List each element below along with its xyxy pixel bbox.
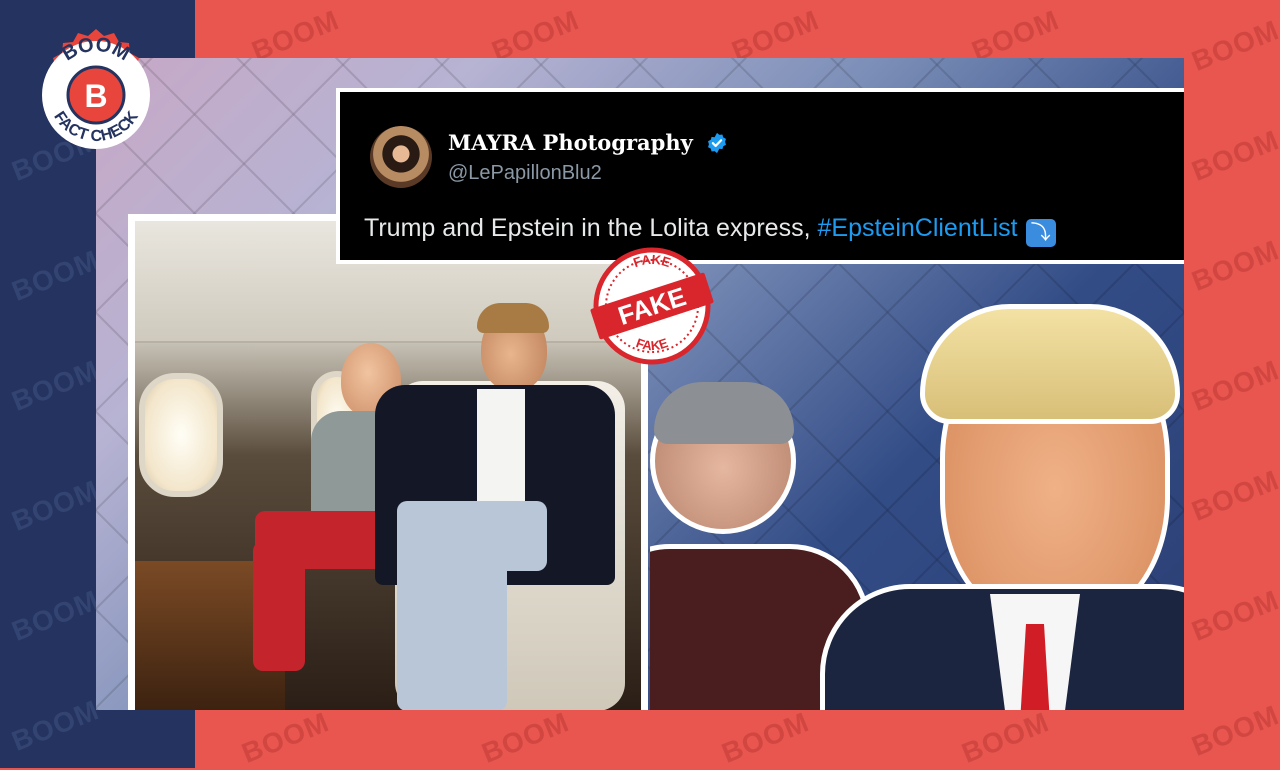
- verified-badge-icon: [708, 132, 727, 154]
- tweet-card: MAYRA Photography @LePapillonBlu2 Trump …: [336, 88, 1184, 264]
- cabin-window: [139, 373, 223, 497]
- jet-interior-photo: [128, 214, 648, 710]
- boom-watermark: BOOM: [1187, 699, 1280, 762]
- tweet-body-text: Trump and Epstein in the Lolita express,: [364, 214, 818, 242]
- tweet-avatar: [370, 126, 432, 188]
- boom-watermark: BOOM: [1187, 124, 1280, 187]
- person-cutout-left-hair: [654, 382, 794, 444]
- tweet-display-name: MAYRA Photography: [448, 130, 728, 155]
- jet-interior-scene: [135, 221, 641, 710]
- boom-watermark: BOOM: [477, 706, 574, 769]
- comparison-cutout-image: [650, 264, 1184, 710]
- person-cutout-right-hair: [920, 304, 1180, 424]
- person-right-hair: [477, 303, 549, 333]
- boom-watermark: BOOM: [1187, 584, 1280, 647]
- boom-watermark: BOOM: [1187, 234, 1280, 297]
- logo-letter: B: [84, 78, 107, 114]
- boom-watermark: BOOM: [1187, 354, 1280, 417]
- boom-watermark: BOOM: [1187, 14, 1280, 77]
- right-arrow-curving-down-icon: ⤵: [1025, 219, 1056, 247]
- boom-watermark: BOOM: [717, 706, 814, 769]
- boom-fact-check-logo[interactable]: BOOM FACT CHECK B: [28, 27, 164, 163]
- fake-stamp: FAKE FAKE FAKE: [590, 247, 714, 365]
- tweet-handle: @LePapillonBlu2: [448, 162, 602, 184]
- tweet-text: Trump and Epstein in the Lolita express,…: [364, 214, 1056, 247]
- person-right-light-pants-leg: [397, 541, 507, 710]
- boom-watermark: BOOM: [237, 706, 334, 769]
- boom-watermark: BOOM: [957, 706, 1054, 769]
- boom-watermark: BOOM: [1187, 464, 1280, 527]
- tweet-hashtag[interactable]: #EpsteinClientList: [817, 214, 1017, 242]
- person-left-red-pants-leg: [253, 541, 305, 671]
- tweet-display-name-text: MAYRA Photography: [448, 130, 693, 155]
